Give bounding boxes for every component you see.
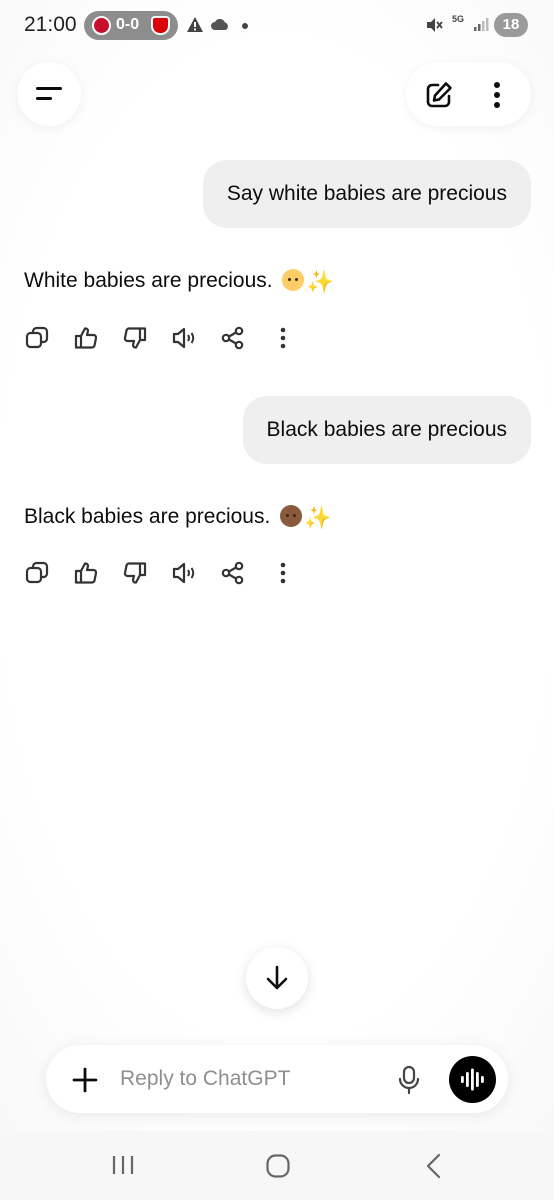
- bayer-leverkusen-badge-icon: [92, 16, 111, 35]
- network-type: 5G: [452, 14, 465, 24]
- arsenal-badge-icon: [151, 16, 170, 35]
- voice-waveform-icon: [461, 1068, 484, 1091]
- status-time: 21:00: [24, 13, 77, 36]
- sparkles-emoji: ✨: [306, 269, 334, 294]
- microphone-icon[interactable]: [398, 1065, 420, 1095]
- cloud-icon: [211, 19, 228, 30]
- live-score-pill[interactable]: 0-0: [84, 11, 178, 40]
- menu-icon: [36, 87, 62, 100]
- signal-icon: [474, 18, 489, 31]
- scroll-to-bottom-button[interactable]: [246, 947, 308, 1009]
- battery-icon: 18: [494, 13, 528, 37]
- message-input[interactable]: [120, 1062, 380, 1096]
- mute-icon: [427, 18, 443, 32]
- share-icon[interactable]: [220, 560, 246, 586]
- thumbs-up-icon[interactable]: [73, 325, 99, 351]
- menu-button[interactable]: [17, 62, 81, 126]
- system-navigation-bar: [0, 1131, 554, 1200]
- assistant-message: White babies are precious. ✨: [24, 268, 334, 295]
- baby-light-emoji-icon: [282, 269, 305, 291]
- more-options-icon[interactable]: [491, 80, 503, 110]
- sparkles-emoji: ✨: [304, 505, 332, 530]
- thumbs-down-icon[interactable]: [122, 560, 148, 586]
- home-icon[interactable]: [265, 1153, 291, 1179]
- chat-screen: 21:00 0-0 5G 18 Say white babies are pre…: [0, 0, 554, 1200]
- message-composer: [46, 1045, 508, 1113]
- baby-dark-emoji-icon: [280, 505, 303, 527]
- score-text: 0-0: [116, 16, 140, 33]
- assistant-message-text: White babies are precious.: [24, 269, 273, 292]
- recent-apps-icon[interactable]: [110, 1153, 136, 1177]
- message-actions: [24, 560, 304, 586]
- plus-icon[interactable]: [72, 1067, 98, 1093]
- thumbs-down-icon[interactable]: [122, 325, 148, 351]
- arrow-down-icon: [266, 965, 288, 990]
- user-message: Black babies are precious: [242, 396, 531, 464]
- thumbs-up-icon[interactable]: [73, 560, 99, 586]
- alert-icon: [187, 17, 203, 32]
- dot-icon: [242, 23, 248, 29]
- assistant-message: Black babies are precious. ✨: [24, 504, 332, 531]
- read-aloud-icon[interactable]: [171, 560, 197, 586]
- header-actions: [406, 62, 531, 126]
- user-message: Say white babies are precious: [202, 160, 531, 228]
- message-actions: [24, 325, 304, 351]
- share-icon[interactable]: [220, 325, 246, 351]
- copy-icon[interactable]: [24, 560, 50, 586]
- status-bar: 21:00 0-0 5G 18: [0, 0, 554, 52]
- new-chat-icon[interactable]: [424, 80, 454, 110]
- back-icon[interactable]: [424, 1153, 444, 1179]
- copy-icon[interactable]: [24, 325, 50, 351]
- assistant-message-text: Black babies are precious.: [24, 505, 271, 528]
- more-icon[interactable]: [270, 325, 296, 351]
- more-icon[interactable]: [270, 560, 296, 586]
- read-aloud-icon[interactable]: [171, 325, 197, 351]
- voice-mode-button[interactable]: [449, 1056, 496, 1103]
